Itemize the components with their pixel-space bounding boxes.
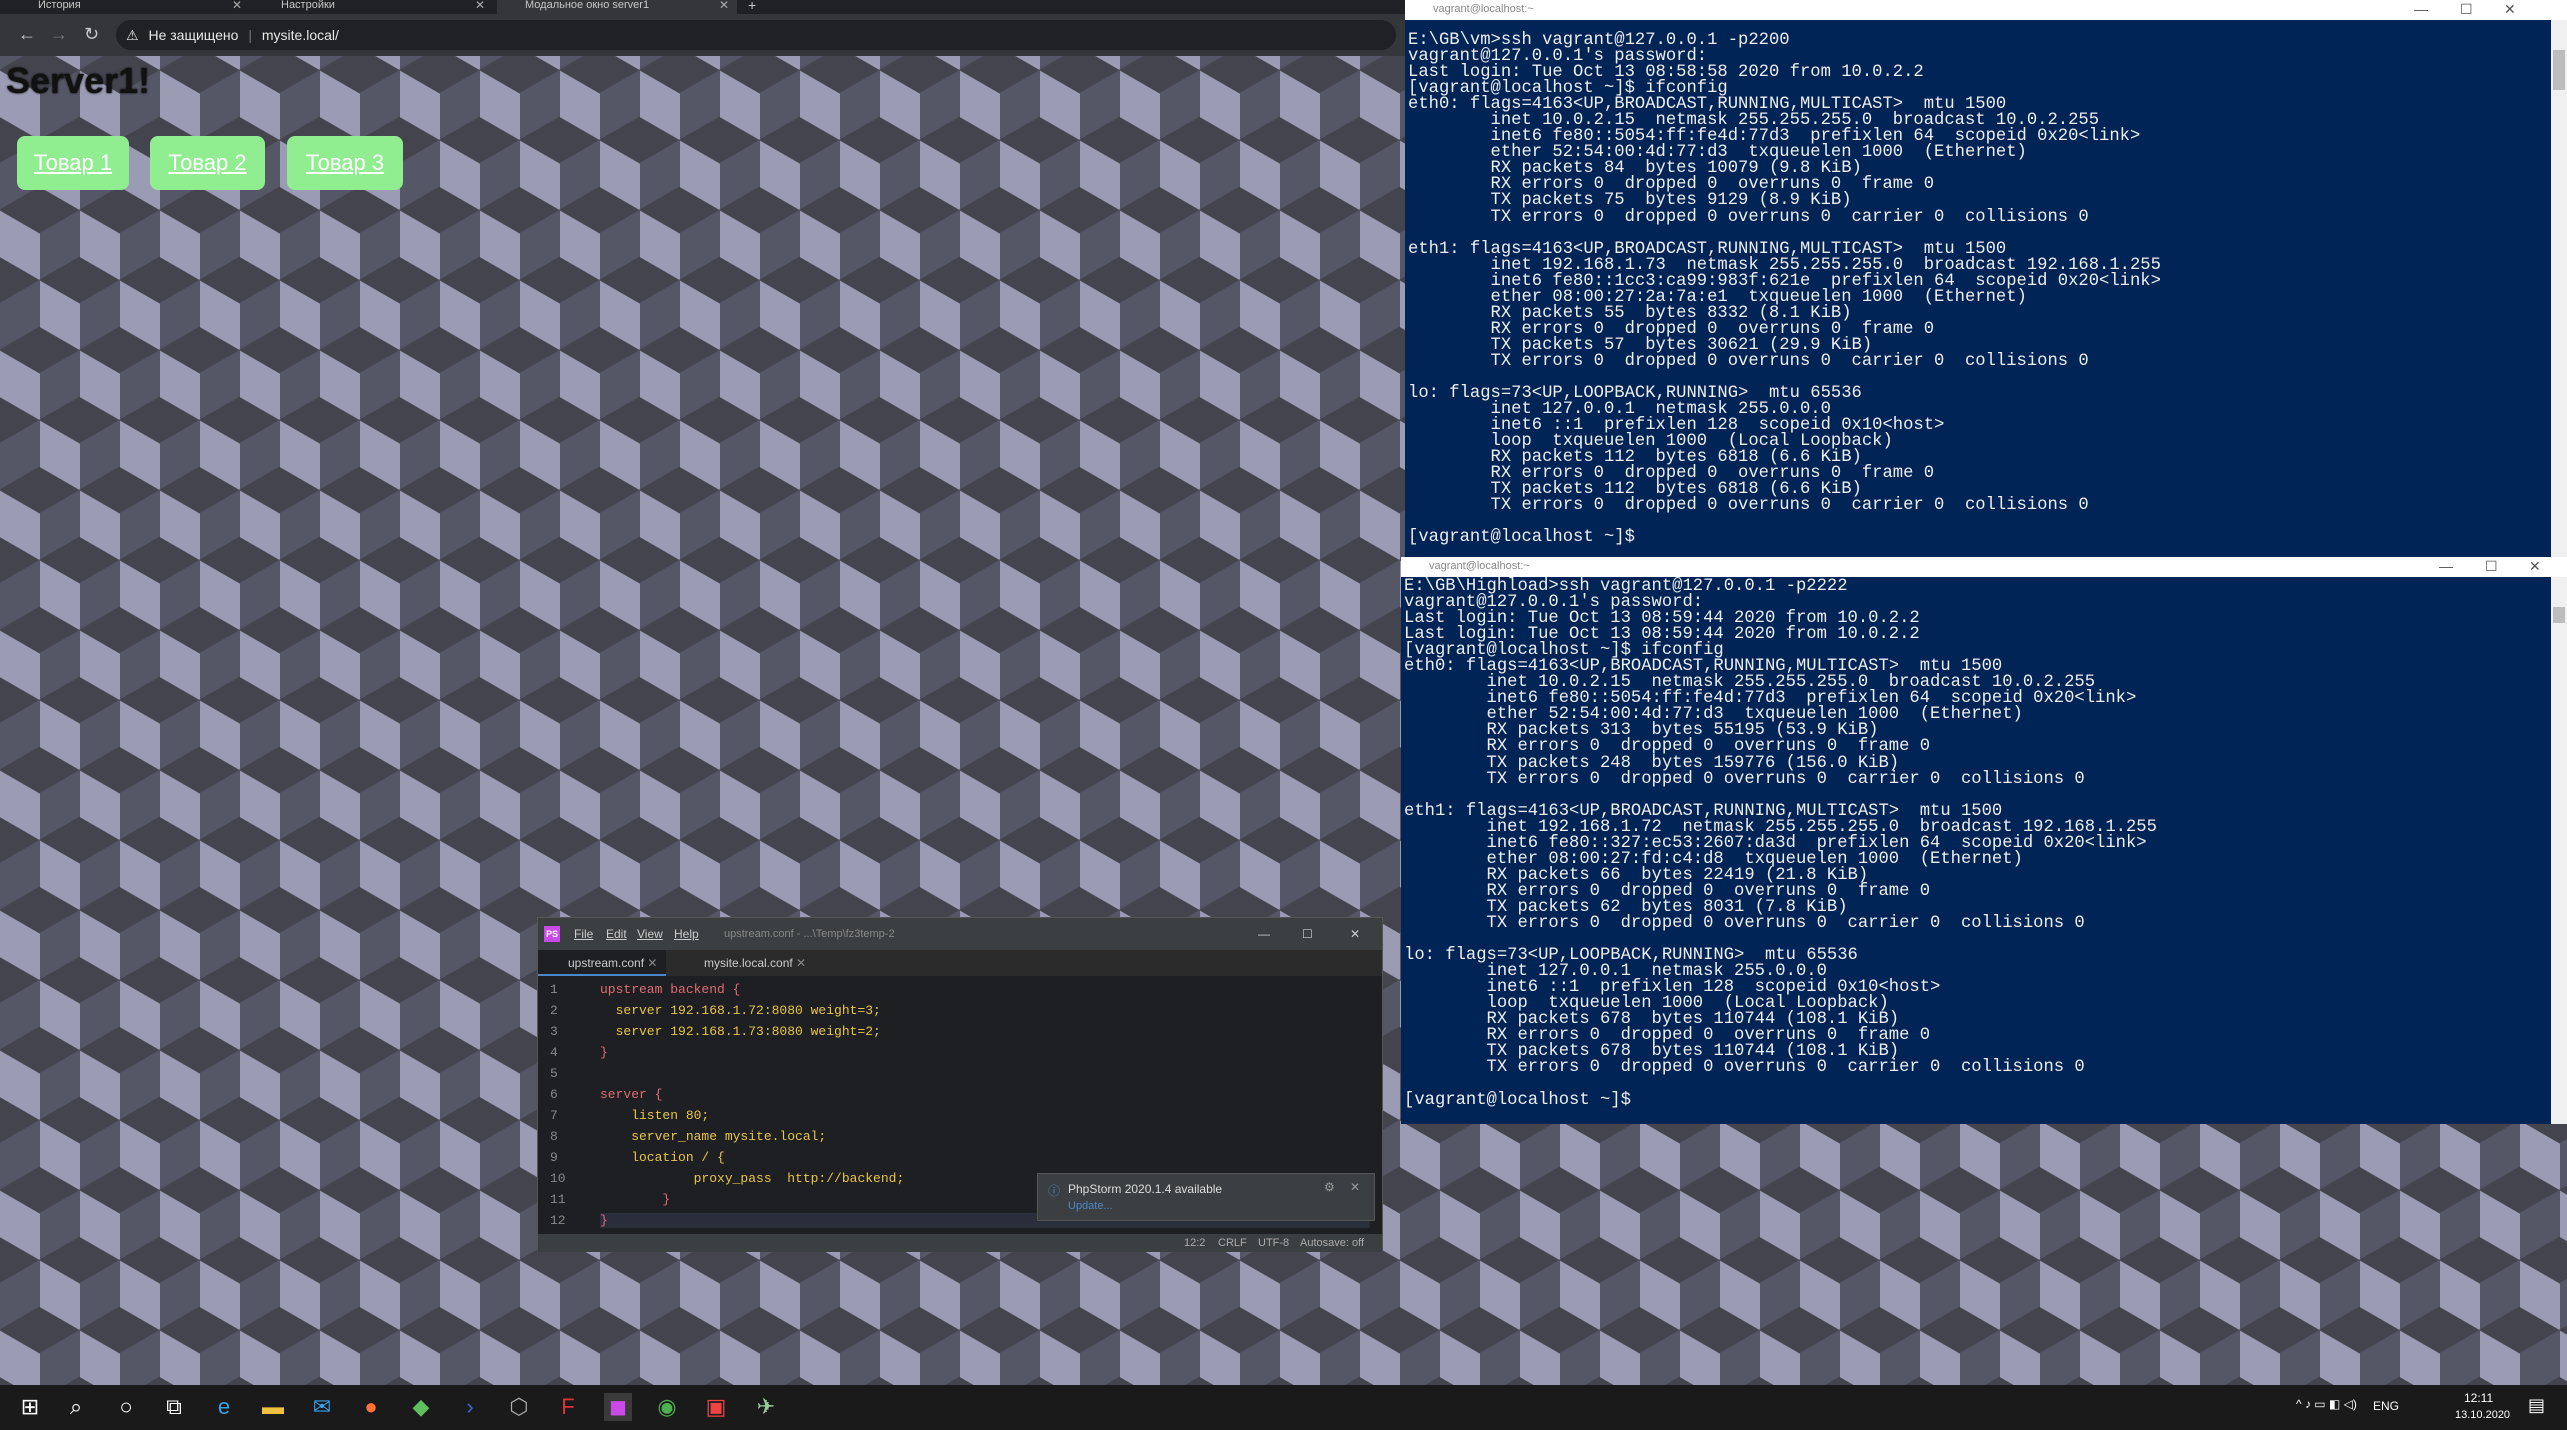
line-gutter: 1 2 3 4 5 6 7 8 9 10 11 12: [538, 976, 590, 1234]
scrollbar[interactable]: [2551, 20, 2567, 557]
ide-title: upstream.conf - ...\Temp\fz3temp-2: [724, 928, 895, 940]
url-text: mysite.local/: [261, 27, 339, 43]
close-icon[interactable]: ✕: [647, 956, 657, 970]
maximize-icon[interactable]: ☐: [1302, 918, 1313, 950]
ide-titlebar: PS File Edit View Help upstream.conf - .…: [538, 918, 1382, 950]
tab-mysite-local-conf[interactable]: mysite.local.conf ✕: [674, 950, 824, 976]
address-bar[interactable]: ⚠ Не защищено | mysite.local/: [116, 20, 1396, 50]
product-link-1[interactable]: Товар 1: [17, 136, 129, 190]
scrollbar[interactable]: [2551, 577, 2567, 1124]
terminal-window-1[interactable]: vagrant@localhost:~ — ☐ ✕ E:\GB\vm>ssh v…: [1405, 0, 2567, 557]
taskbar: ⊞ ⌕ ○ ⧉ e ▬ ✉ ● ◆ › ⬡ F ◼ ◉ ▣ ✈ ^ ♪ ▭ ◧ …: [0, 1385, 2567, 1430]
terminal-title: vagrant@localhost:~ — ☐ ✕: [1405, 0, 2567, 20]
close-icon[interactable]: ✕: [2529, 557, 2541, 575]
git-icon[interactable]: ◆: [407, 1393, 435, 1421]
warning-icon[interactable]: ⚠: [126, 27, 139, 43]
reload-icon[interactable]: ↻: [84, 24, 99, 45]
menu-edit[interactable]: Edit: [606, 918, 627, 950]
encoding[interactable]: UTF-8: [1258, 1234, 1289, 1252]
update-notification: ⓘ PhpStorm 2020.1.4 available Update... …: [1037, 1173, 1375, 1221]
back-icon[interactable]: ←: [18, 24, 36, 45]
menu-help[interactable]: Help: [674, 918, 699, 950]
browser-toolbar: ← → ↻ ⚠ Не защищено | mysite.local/: [0, 14, 1405, 56]
info-icon: ⓘ: [1048, 1184, 1061, 1198]
autosave-status[interactable]: Autosave: off: [1300, 1234, 1364, 1252]
tab-history[interactable]: История ✕: [10, 0, 250, 14]
gear-icon[interactable]: ⚙: [1324, 1180, 1335, 1194]
terminal-window-2[interactable]: vagrant@localhost:~ — ☐ ✕ E:\GB\Highload…: [1401, 557, 2567, 1124]
new-tab-button[interactable]: +: [742, 0, 756, 14]
terminal-output: E:\GB\vm>ssh vagrant@127.0.0.1 -p2200 va…: [1408, 31, 2161, 548]
app2-icon[interactable]: ✈: [752, 1393, 780, 1421]
cursor-position[interactable]: 12:2: [1184, 1234, 1205, 1252]
close-icon[interactable]: ✕: [475, 0, 485, 11]
firefox-icon[interactable]: ●: [357, 1393, 385, 1421]
notification-icon[interactable]: ▤: [2528, 1395, 2545, 1416]
maximize-icon[interactable]: ☐: [2485, 557, 2498, 575]
explorer-icon[interactable]: ▬: [259, 1393, 287, 1421]
forward-icon[interactable]: →: [50, 24, 68, 45]
tab-settings[interactable]: Настройки ✕: [253, 0, 493, 14]
minimize-icon[interactable]: —: [2439, 557, 2453, 575]
close-icon[interactable]: ✕: [2504, 0, 2516, 18]
virtualbox-icon[interactable]: ⬡: [505, 1393, 533, 1421]
tab-modal-server1[interactable]: Модальное окно server1 ✕: [497, 0, 737, 14]
page-title: Server1!: [6, 60, 151, 101]
security-label: Не защищено: [148, 27, 239, 43]
phpstorm-icon: PS: [544, 926, 560, 942]
menu-file[interactable]: File: [574, 918, 593, 950]
close-icon[interactable]: ✕: [232, 0, 242, 11]
clock-time[interactable]: 12:11: [2464, 1391, 2493, 1405]
product-link-2[interactable]: Товар 2: [150, 136, 265, 190]
search-icon[interactable]: ⌕: [62, 1393, 90, 1421]
close-icon[interactable]: ✕: [719, 0, 729, 11]
editor-tabs: upstream.conf ✕ mysite.local.conf ✕: [538, 950, 1382, 976]
filezilla-icon[interactable]: F: [554, 1393, 582, 1421]
language-indicator[interactable]: ENG: [2373, 1399, 2399, 1413]
close-icon[interactable]: ✕: [1350, 918, 1360, 950]
terminal-title: vagrant@localhost:~ — ☐ ✕: [1401, 557, 2567, 577]
line-ending[interactable]: CRLF: [1218, 1234, 1247, 1252]
menu-view[interactable]: View: [637, 918, 663, 950]
task-view-icon[interactable]: ⧉: [160, 1393, 188, 1421]
powershell-icon[interactable]: ›: [456, 1393, 484, 1421]
mail-icon[interactable]: ✉: [308, 1393, 336, 1421]
phpstorm-icon[interactable]: ◼: [604, 1393, 632, 1421]
tab-upstream-conf[interactable]: upstream.conf ✕: [538, 950, 666, 976]
browser-tab-bar: История ✕ Настройки ✕ Модальное окно serve…: [0, 0, 1405, 14]
minimize-icon[interactable]: —: [1258, 918, 1270, 950]
clock-date[interactable]: 13.10.2020: [2455, 1409, 2510, 1421]
app-icon[interactable]: ▣: [702, 1393, 730, 1421]
product-link-3[interactable]: Товар 3: [287, 136, 403, 190]
minimize-icon[interactable]: —: [2414, 0, 2428, 18]
close-icon[interactable]: ✕: [796, 956, 806, 970]
update-link[interactable]: Update...: [1068, 1200, 1113, 1212]
close-icon[interactable]: ✕: [1350, 1180, 1360, 1194]
windows-icon[interactable]: ⊞: [16, 1393, 44, 1421]
terminal-output: E:\GB\Highload>ssh vagrant@127.0.0.1 -p2…: [1404, 577, 2157, 1110]
notification-title: PhpStorm 2020.1.4 available: [1068, 1182, 1223, 1196]
cortana-icon[interactable]: ○: [112, 1393, 140, 1421]
edge-icon[interactable]: e: [210, 1393, 238, 1421]
tray-icons[interactable]: ^ ♪ ▭ ◧ ◁): [2296, 1397, 2357, 1411]
chrome-icon[interactable]: ◉: [653, 1393, 681, 1421]
ide-status-bar: 12:2 CRLF UTF-8 Autosave: off: [538, 1234, 1382, 1252]
maximize-icon[interactable]: ☐: [2460, 0, 2473, 18]
